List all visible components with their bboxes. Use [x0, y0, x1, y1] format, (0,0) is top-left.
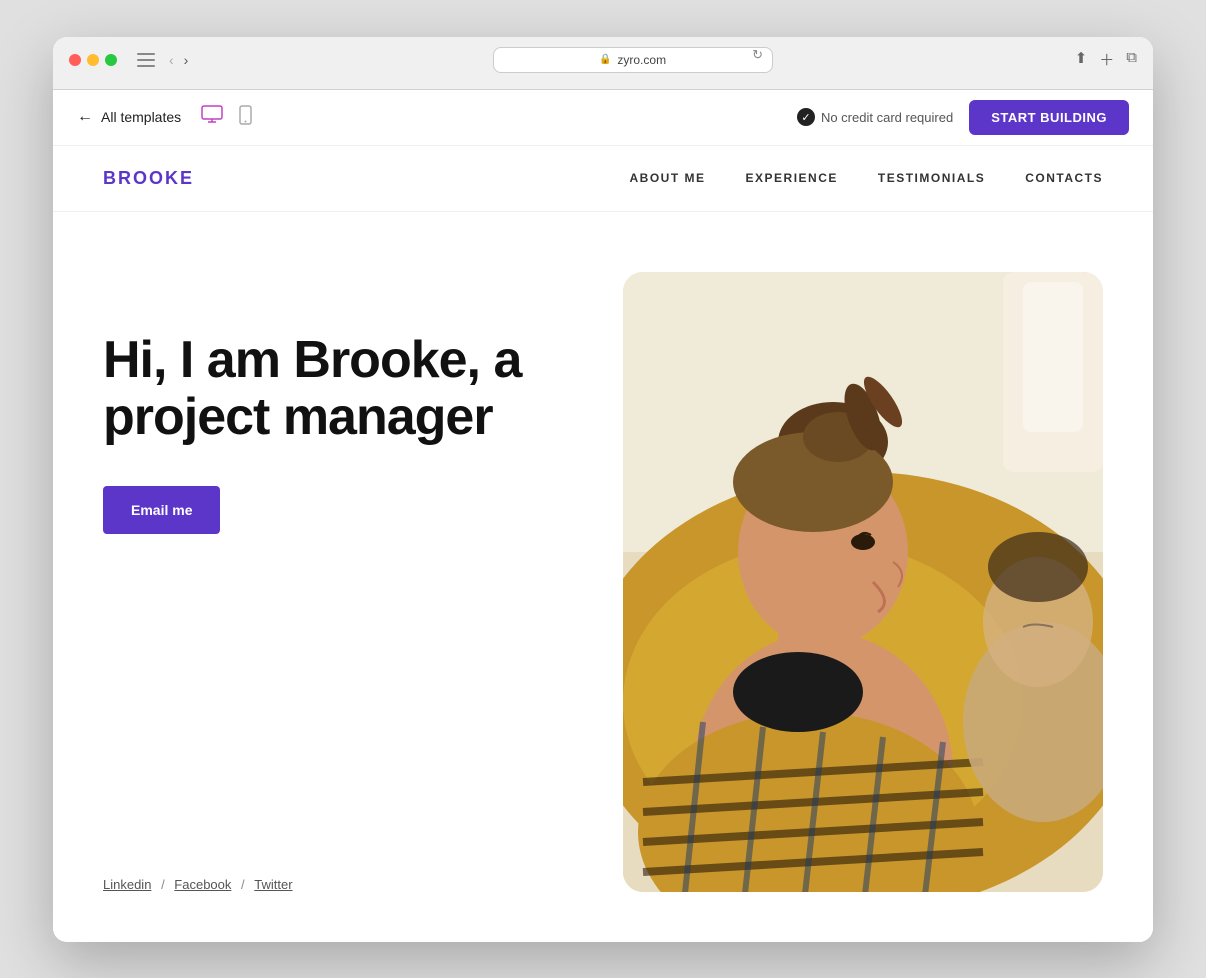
check-icon: ✓ [797, 108, 815, 126]
lock-icon: 🔒 [599, 54, 611, 65]
no-credit-card-label: No credit card required [821, 110, 953, 125]
site-nav: BROOKE ABOUT ME EXPERIENCE TESTIMONIALS … [53, 146, 1153, 212]
app-toolbar: ← All templates ✓ No credit car [53, 90, 1153, 146]
close-button[interactable] [69, 54, 81, 66]
browser-toolbar-icons: ⬆ ＋ ⧉ [1075, 49, 1137, 70]
back-arrow-icon[interactable]: ‹ [167, 52, 176, 68]
browser-chrome: ‹ › 🔒 zyro.com ↻ ⬆ ＋ ⧉ [53, 37, 1153, 90]
new-tab-icon[interactable]: ＋ [1099, 49, 1114, 70]
linkedin-link[interactable]: Linkedin [103, 877, 151, 892]
device-icons [201, 105, 252, 130]
desktop-icon[interactable] [201, 105, 223, 130]
traffic-lights [69, 54, 117, 66]
facebook-link[interactable]: Facebook [174, 877, 231, 892]
nav-experience[interactable]: EXPERIENCE [746, 171, 838, 185]
nav-about-me[interactable]: ABOUT ME [630, 171, 706, 185]
hero-title: Hi, I am Brooke, a project manager [103, 332, 583, 446]
url-bar[interactable]: 🔒 zyro.com [493, 47, 773, 73]
share-icon[interactable]: ⬆ [1075, 49, 1088, 70]
back-arrow-icon: ← [77, 108, 93, 126]
mobile-icon[interactable] [239, 105, 252, 130]
site-nav-links: ABOUT ME EXPERIENCE TESTIMONIALS CONTACT… [630, 171, 1103, 185]
browser-titlebar: ‹ › 🔒 zyro.com ↻ ⬆ ＋ ⧉ [69, 47, 1137, 73]
toolbar-right: ✓ No credit card required START BUILDING [797, 100, 1129, 135]
no-credit-card-notice: ✓ No credit card required [797, 108, 953, 126]
nav-testimonials[interactable]: TESTIMONIALS [878, 171, 985, 185]
site-logo: BROOKE [103, 168, 194, 189]
refresh-icon[interactable]: ↻ [752, 47, 763, 63]
nav-arrows: ‹ › [167, 52, 190, 68]
tabs-icon[interactable]: ⧉ [1126, 49, 1137, 70]
social-links: Linkedin / Facebook / Twitter [103, 817, 583, 892]
sidebar-toggle-icon[interactable] [137, 53, 155, 67]
social-sep-1: / [161, 877, 168, 892]
back-nav[interactable]: ← All templates [77, 108, 181, 126]
minimize-button[interactable] [87, 54, 99, 66]
twitter-link[interactable]: Twitter [254, 877, 292, 892]
social-sep-2: / [241, 877, 248, 892]
maximize-button[interactable] [105, 54, 117, 66]
all-templates-label: All templates [101, 109, 181, 125]
hero-content: Hi, I am Brooke, a project manager Email… [103, 272, 583, 892]
email-me-button[interactable]: Email me [103, 486, 220, 534]
hero-image [623, 272, 1103, 892]
nav-contacts[interactable]: CONTACTS [1025, 171, 1103, 185]
start-building-button[interactable]: START BUILDING [969, 100, 1129, 135]
website-preview: BROOKE ABOUT ME EXPERIENCE TESTIMONIALS … [53, 146, 1153, 942]
hero-section: Hi, I am Brooke, a project manager Email… [53, 212, 1153, 942]
browser-window: ‹ › 🔒 zyro.com ↻ ⬆ ＋ ⧉ ← All templates [53, 37, 1153, 942]
forward-arrow-icon[interactable]: › [182, 52, 191, 68]
url-text: zyro.com [617, 53, 666, 67]
